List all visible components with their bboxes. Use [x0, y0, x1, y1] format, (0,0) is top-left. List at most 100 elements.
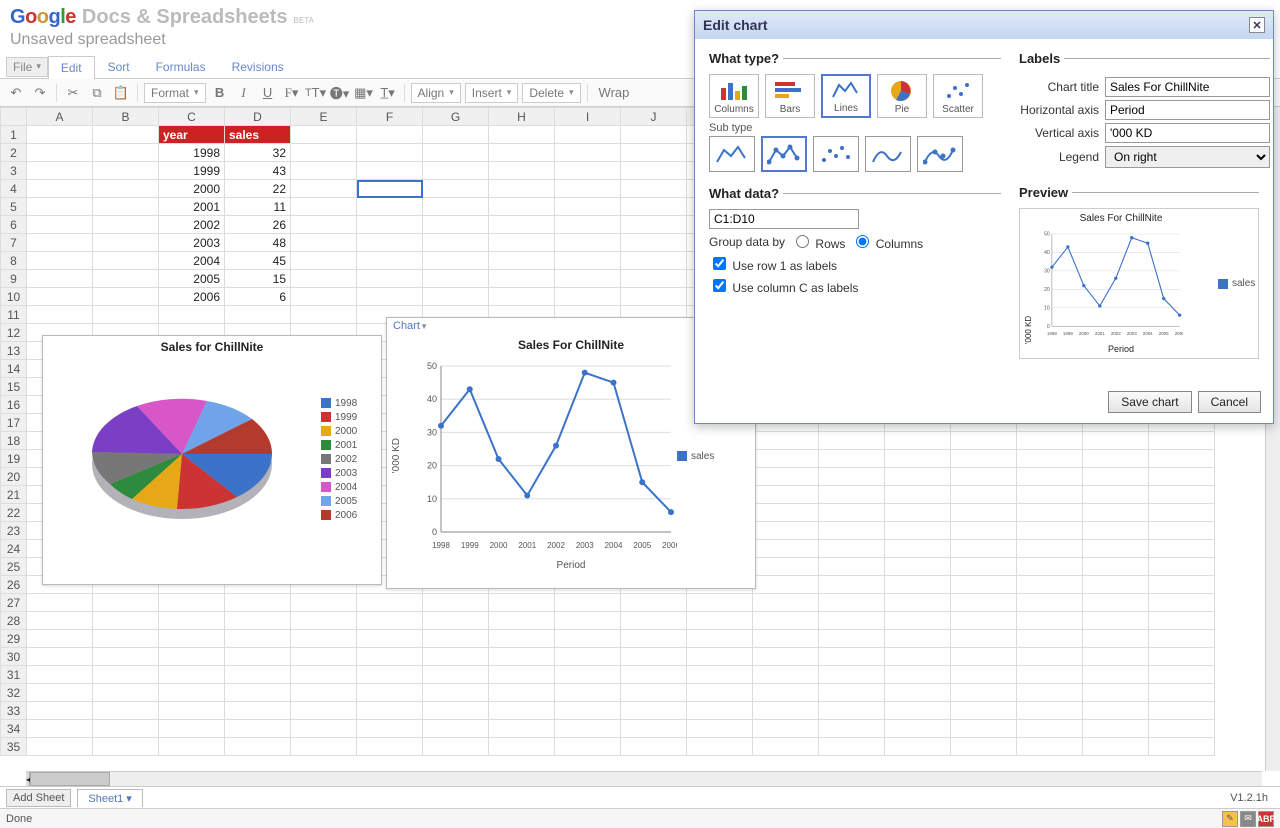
format-dropdown[interactable]: Format: [144, 83, 206, 103]
cell[interactable]: [753, 720, 819, 738]
cell[interactable]: 22: [225, 180, 291, 198]
cell[interactable]: [1083, 558, 1149, 576]
cell[interactable]: [225, 684, 291, 702]
cell[interactable]: [621, 126, 687, 144]
cell[interactable]: [555, 648, 621, 666]
cell[interactable]: [1017, 468, 1083, 486]
cell[interactable]: [555, 738, 621, 756]
cell[interactable]: [621, 288, 687, 306]
cell[interactable]: [27, 594, 93, 612]
row-header[interactable]: 11: [1, 306, 27, 324]
row-header[interactable]: 30: [1, 648, 27, 666]
fillcolor-icon[interactable]: ▦▾: [354, 83, 374, 103]
cell[interactable]: [489, 738, 555, 756]
cell[interactable]: [555, 630, 621, 648]
cell[interactable]: [423, 162, 489, 180]
cell[interactable]: [93, 126, 159, 144]
cell[interactable]: [93, 612, 159, 630]
cell[interactable]: [819, 576, 885, 594]
cell[interactable]: [489, 198, 555, 216]
cell[interactable]: [27, 738, 93, 756]
cell[interactable]: [357, 684, 423, 702]
cell[interactable]: [489, 216, 555, 234]
cell[interactable]: [1083, 738, 1149, 756]
cell[interactable]: [1083, 720, 1149, 738]
cell[interactable]: [753, 612, 819, 630]
cell[interactable]: 2004: [159, 252, 225, 270]
cell[interactable]: [1017, 540, 1083, 558]
cell[interactable]: [621, 702, 687, 720]
cell[interactable]: [27, 270, 93, 288]
cell[interactable]: [159, 738, 225, 756]
status-icon-2[interactable]: ✉: [1240, 811, 1256, 827]
cell[interactable]: [621, 216, 687, 234]
row-header[interactable]: 7: [1, 234, 27, 252]
row-header[interactable]: 29: [1, 630, 27, 648]
cell[interactable]: [1083, 684, 1149, 702]
cell[interactable]: [621, 720, 687, 738]
cell[interactable]: [489, 612, 555, 630]
cell[interactable]: [555, 594, 621, 612]
row-header[interactable]: 31: [1, 666, 27, 684]
cell[interactable]: [423, 594, 489, 612]
redo-icon[interactable]: ↷: [30, 83, 50, 103]
cell[interactable]: [225, 666, 291, 684]
cell[interactable]: [1149, 720, 1215, 738]
cell[interactable]: [489, 666, 555, 684]
cell[interactable]: [753, 702, 819, 720]
row-header[interactable]: 9: [1, 270, 27, 288]
row-header[interactable]: 27: [1, 594, 27, 612]
cell[interactable]: 2005: [159, 270, 225, 288]
cell[interactable]: [27, 720, 93, 738]
cell[interactable]: [753, 432, 819, 450]
row-header[interactable]: 5: [1, 198, 27, 216]
cell[interactable]: [687, 702, 753, 720]
cell[interactable]: [621, 270, 687, 288]
cell[interactable]: [93, 198, 159, 216]
cell[interactable]: [753, 522, 819, 540]
cell[interactable]: [357, 720, 423, 738]
cell[interactable]: [357, 234, 423, 252]
cell[interactable]: [555, 162, 621, 180]
cell[interactable]: [885, 558, 951, 576]
row-header[interactable]: 26: [1, 576, 27, 594]
use-colC-checkbox[interactable]: Use column C as labels: [709, 276, 858, 295]
cell[interactable]: [27, 630, 93, 648]
embedded-pie-chart[interactable]: Sales for ChillNite: [42, 335, 382, 585]
col-header[interactable]: D: [225, 108, 291, 126]
cell[interactable]: [1083, 612, 1149, 630]
cell[interactable]: [819, 486, 885, 504]
cell[interactable]: [621, 252, 687, 270]
cell[interactable]: [1017, 558, 1083, 576]
copy-icon[interactable]: ⧉: [87, 83, 107, 103]
row-header[interactable]: 35: [1, 738, 27, 756]
cell[interactable]: [27, 126, 93, 144]
cell[interactable]: 2006: [159, 288, 225, 306]
row-header[interactable]: 33: [1, 702, 27, 720]
cell[interactable]: [885, 432, 951, 450]
col-header[interactable]: B: [93, 108, 159, 126]
cell[interactable]: [1083, 702, 1149, 720]
type-pie[interactable]: Pie: [877, 74, 927, 118]
cell[interactable]: [291, 702, 357, 720]
cell[interactable]: [27, 234, 93, 252]
cell[interactable]: [885, 594, 951, 612]
type-lines[interactable]: Lines: [821, 74, 871, 118]
cell[interactable]: [93, 306, 159, 324]
cell[interactable]: [1149, 540, 1215, 558]
dialog-titlebar[interactable]: Edit chart ✕: [695, 11, 1273, 39]
cell[interactable]: [885, 486, 951, 504]
cell[interactable]: [291, 720, 357, 738]
cell[interactable]: [621, 594, 687, 612]
cell[interactable]: [1017, 522, 1083, 540]
row-header[interactable]: 17: [1, 414, 27, 432]
cell[interactable]: 2001: [159, 198, 225, 216]
cell[interactable]: [225, 720, 291, 738]
cell[interactable]: [885, 576, 951, 594]
cell[interactable]: [1149, 738, 1215, 756]
cell[interactable]: [93, 270, 159, 288]
cell[interactable]: [489, 594, 555, 612]
cell[interactable]: [621, 666, 687, 684]
cell[interactable]: [357, 702, 423, 720]
use-row1-checkbox[interactable]: Use row 1 as labels: [709, 254, 837, 273]
